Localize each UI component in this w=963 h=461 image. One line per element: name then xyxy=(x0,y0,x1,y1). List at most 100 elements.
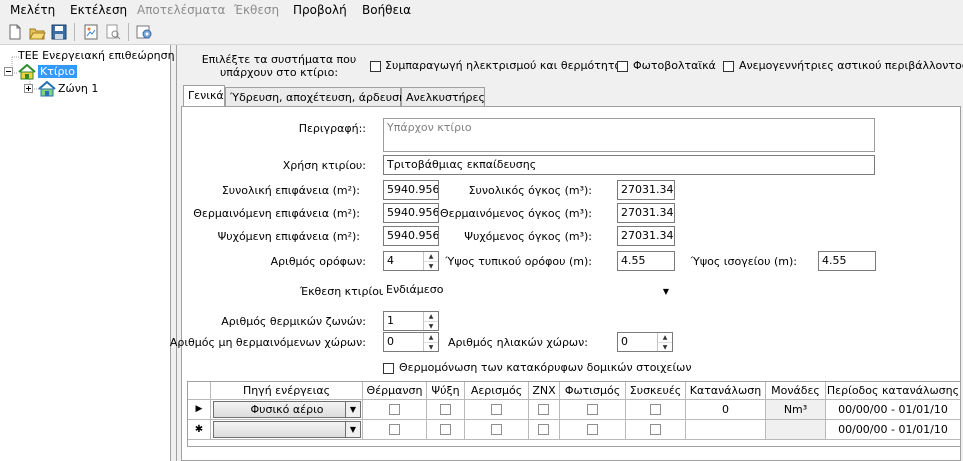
grid-row-2-consumption-cell[interactable] xyxy=(686,420,766,440)
grid-row-1-ventilation-cell[interactable] xyxy=(465,400,529,420)
total-volume-field[interactable]: 27031.349 xyxy=(617,180,675,200)
ground-floor-height-field[interactable]: 4.55 xyxy=(818,251,876,271)
total-volume-label: Συνολικός όγκος (m³): xyxy=(468,184,592,197)
lighting-checkbox[interactable] xyxy=(587,404,598,415)
grid-row-2-cooling-cell[interactable] xyxy=(427,420,465,440)
grid-row-1-period-cell[interactable]: 00/00/00 - 01/01/10 xyxy=(826,400,960,420)
energy-sources-grid: Πηγή ενέργειας Θέρμανση Ψύξη Αερισμός ΖΝ… xyxy=(187,381,961,447)
description-label: Περιγραφή:: xyxy=(298,122,366,135)
grid-row-2-heating-cell[interactable] xyxy=(363,420,427,440)
save-icon[interactable] xyxy=(50,23,68,41)
expand-icon[interactable] xyxy=(24,84,33,93)
solar-spaces-spin-buttons[interactable]: ▲ ▼ xyxy=(657,333,672,351)
floors-stepper[interactable]: 4 ▲ ▼ xyxy=(383,251,439,271)
vertical-insulation-checkbox[interactable] xyxy=(383,363,394,374)
zoom-page-icon[interactable] xyxy=(104,23,122,41)
menu-results[interactable]: Αποτελέσματα xyxy=(137,3,225,17)
ground-floor-height-label: Ύψος ισογείου (m): xyxy=(690,255,797,268)
floors-label: Αριθμός ορόφων: xyxy=(270,255,366,268)
unheated-spaces-stepper[interactable]: 0 ▲ ▼ xyxy=(383,332,439,352)
grid-header-heating: Θέρμανση xyxy=(363,382,427,400)
project-tree: ΤΕΕ Ενεργειακή επιθεώρηση Κτίριο Ζώνη 1 xyxy=(0,45,175,461)
cooling-checkbox[interactable] xyxy=(440,424,451,435)
floors-spin-buttons[interactable]: ▲ ▼ xyxy=(423,252,438,270)
menu-view[interactable]: Προβολή xyxy=(293,3,347,17)
heating-checkbox[interactable] xyxy=(389,424,400,435)
thermal-zones-spin-buttons[interactable]: ▲ ▼ xyxy=(423,312,438,330)
lighting-checkbox[interactable] xyxy=(587,424,598,435)
grid-row-1-heating-cell[interactable] xyxy=(363,400,427,420)
grid-row-1-consumption-cell[interactable]: 0 xyxy=(686,400,766,420)
tab-water-supply[interactable]: Ύδρευση, αποχέτευση, άρδευση xyxy=(225,87,406,106)
grid-row-2-ventilation-cell[interactable] xyxy=(465,420,529,440)
dhw-checkbox[interactable] xyxy=(538,424,549,435)
solar-spaces-stepper[interactable]: 0 ▲ ▼ xyxy=(617,332,673,352)
new-file-icon[interactable] xyxy=(6,23,24,41)
wind-turbine-checkbox[interactable] xyxy=(723,61,734,72)
menu-help[interactable]: Βοήθεια xyxy=(362,3,411,17)
ventilation-checkbox[interactable] xyxy=(491,424,502,435)
heating-checkbox[interactable] xyxy=(389,404,400,415)
grid-header-cooling: Ψύξη xyxy=(427,382,465,400)
cooled-volume-field[interactable]: 27031.349 xyxy=(617,226,675,246)
heated-area-field[interactable]: 5940.956 xyxy=(383,203,439,223)
solar-spaces-label: Αριθμός ηλιακών χώρων: xyxy=(447,336,588,349)
grid-row-2-lighting-cell[interactable] xyxy=(560,420,626,440)
menu-study[interactable]: Μελέτη xyxy=(10,3,55,17)
grid-row-2-period-cell[interactable]: 00/00/00 - 01/01/10 xyxy=(826,420,960,440)
open-folder-icon[interactable] xyxy=(28,23,46,41)
grid-row-2-dhw-cell[interactable] xyxy=(529,420,560,440)
grid-row-2-appliances-cell[interactable] xyxy=(626,420,686,440)
exposure-value: Ενδιάμεσο xyxy=(386,283,444,296)
tree-building-label: Κτίριο xyxy=(38,65,77,78)
cooled-area-field[interactable]: 5940.956 xyxy=(383,226,439,246)
settings-icon[interactable] xyxy=(135,23,153,41)
new-energy-source-select[interactable]: ▼ xyxy=(213,421,361,438)
grid-row-1-source-cell[interactable]: Φυσικό αέριο ▼ xyxy=(211,400,363,420)
grid-row-1-cooling-cell[interactable] xyxy=(427,400,465,420)
thermal-zones-value: 1 xyxy=(387,314,394,327)
heated-volume-field[interactable]: 27031.349 xyxy=(617,203,675,223)
photovoltaic-checkbox[interactable] xyxy=(617,61,628,72)
grid-header-dhw: ΖΝΧ xyxy=(529,382,560,400)
unheated-spaces-spin-buttons[interactable]: ▲ ▼ xyxy=(423,333,438,351)
tab-elevators[interactable]: Ανελκυστήρες xyxy=(401,87,485,106)
typical-floor-height-field[interactable]: 4.55 xyxy=(617,251,675,271)
new-row-marker[interactable]: ✱ xyxy=(188,420,211,440)
appliances-checkbox[interactable] xyxy=(650,404,661,415)
tree-root-label: ΤΕΕ Ενεργειακή επιθεώρηση xyxy=(18,49,175,62)
menu-bar: Μελέτη Εκτέλεση Αποτελέσματα Έκθεση Προβ… xyxy=(0,0,963,20)
current-row-marker[interactable]: ▶ xyxy=(188,400,211,420)
grid-header-lighting: Φωτισμός xyxy=(560,382,626,400)
menu-report[interactable]: Έκθεση xyxy=(234,3,279,17)
menu-run[interactable]: Εκτέλεση xyxy=(70,3,127,17)
grid-header-source: Πηγή ενέργειας xyxy=(211,382,363,400)
ventilation-checkbox[interactable] xyxy=(491,404,502,415)
grid-row-2-source-cell[interactable]: ▼ xyxy=(211,420,363,440)
grid-row-1-appliances-cell[interactable] xyxy=(626,400,686,420)
appliances-checkbox[interactable] xyxy=(650,424,661,435)
total-area-field[interactable]: 5940.956 xyxy=(383,180,439,200)
description-field[interactable]: Υπάρχον κτίριο xyxy=(383,118,875,152)
exposure-select[interactable]: Ενδιάμεσο ▼ xyxy=(383,281,673,301)
collapse-icon[interactable] xyxy=(4,67,13,76)
vertical-insulation-label: Θερμομόνωση των κατακόρυφων δομικών στοι… xyxy=(399,361,692,374)
print-preview-icon[interactable] xyxy=(82,23,100,41)
chevron-down-icon: ▼ xyxy=(345,402,360,417)
energy-source-select[interactable]: Φυσικό αέριο ▼ xyxy=(213,401,361,418)
building-use-field[interactable]: Τριτοβάθμιας εκπαίδευσης xyxy=(383,155,875,175)
grid-header-units: Μονάδες xyxy=(766,382,826,400)
tab-general[interactable]: Γενικά xyxy=(183,85,225,106)
building-properties-pane: Επιλέξτε τα συστήματα που υπάρχουν στο κ… xyxy=(170,45,963,461)
unheated-spaces-value: 0 xyxy=(387,335,394,348)
grid-row-1-lighting-cell[interactable] xyxy=(560,400,626,420)
cooling-checkbox[interactable] xyxy=(440,404,451,415)
unheated-spaces-label: Αριθμός μη θερμαινόμενων χώρων: xyxy=(169,336,366,349)
cogeneration-checkbox[interactable] xyxy=(370,61,381,72)
dhw-checkbox[interactable] xyxy=(538,404,549,415)
cogeneration-label: Συμπαραγωγή ηλεκτρισμού και θερμότητας xyxy=(385,59,629,72)
grid-row-1-dhw-cell[interactable] xyxy=(529,400,560,420)
thermal-zones-stepper[interactable]: 1 ▲ ▼ xyxy=(383,311,439,331)
heated-area-label: Θερμαινόμενη επιφάνεια (m²): xyxy=(193,207,360,220)
typical-floor-height-label: Ύψος τυπικού ορόφου (m): xyxy=(445,255,592,268)
